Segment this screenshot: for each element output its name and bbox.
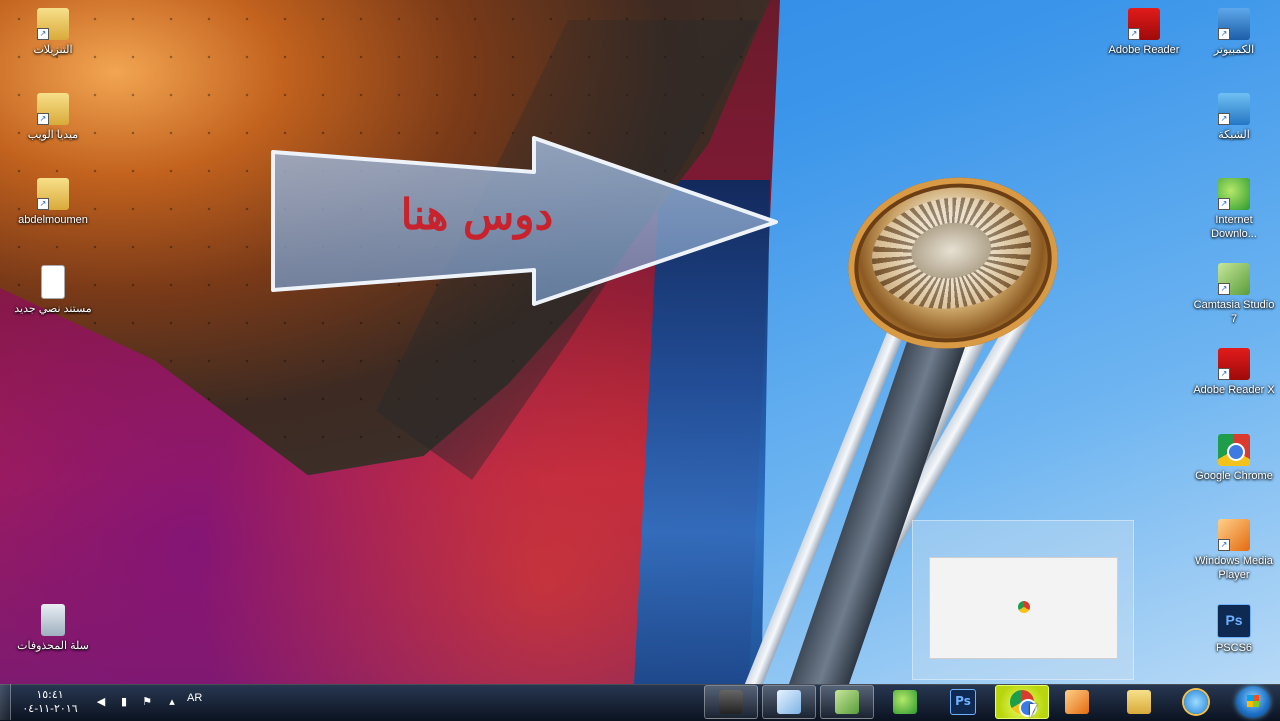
media-player-icon: ↗ (1218, 519, 1250, 551)
chrome-icon (1018, 601, 1030, 613)
pdf-icon: ↗ (1128, 8, 1160, 40)
desktop-icon-label: abdelmoumen (18, 214, 88, 226)
show-hidden-icons-chevron-icon[interactable]: ▴ (165, 696, 179, 708)
desktop-icon-adobe-reader[interactable]: ↗ Adobe Reader (1102, 8, 1186, 57)
desktop-icon-label: Adobe Reader X (1193, 384, 1275, 396)
desktop-icon-label: Google Chrome (1195, 470, 1273, 482)
desktop-icon-label: مستند نصي جديد (14, 303, 92, 315)
camtasia-icon (835, 690, 859, 714)
taskbar-camtasia-studio[interactable] (820, 685, 874, 719)
language-indicator[interactable]: AR (187, 692, 202, 704)
downloads-folder-icon: ↗ (37, 8, 69, 40)
desktop-icon-adobe-reader-x[interactable]: ↗ Adobe Reader X (1192, 348, 1276, 397)
desktop-icon-label: الكمبيوتر (1213, 44, 1255, 56)
folder-icon (1127, 690, 1151, 714)
desktop-icon-recycle-bin[interactable]: سلة المحذوفات (11, 604, 95, 653)
desktop-icon-label: Windows Media Player (1195, 555, 1273, 581)
desktop-icon-label: التنزيلات (33, 44, 73, 56)
desktop-icon-windows-media-player[interactable]: ↗ Windows Media Player (1192, 519, 1276, 582)
desktop-icon-photoshop[interactable]: Ps PSCS6 (1192, 604, 1276, 655)
taskbar-camtasia-recorder[interactable] (704, 685, 758, 719)
taskbar-text-document[interactable] (762, 685, 816, 719)
idm-icon: ↗ (1218, 178, 1250, 210)
desktop-icon-downloads[interactable]: ↗ التنزيلات (11, 8, 95, 57)
desktop-icon-label: ميديا الويب (27, 129, 79, 141)
desktop-icon-abdelmoumen[interactable]: ↗ abdelmoumen (11, 178, 95, 227)
desktop-icon-computer[interactable]: ↗ الكمبيوتر (1192, 8, 1276, 57)
text-document-icon (41, 265, 65, 299)
chrome-icon (1218, 434, 1250, 466)
chrome-window-thumbnail[interactable] (929, 557, 1118, 659)
taskbar-photoshop[interactable]: Ps (936, 685, 990, 719)
desktop-icon-new-text-document[interactable]: مستند نصي جديد (11, 265, 95, 316)
desktop-icon-label: سلة المحذوفات (17, 640, 89, 652)
idm-icon (893, 690, 917, 714)
pdf-icon: ↗ (1218, 348, 1250, 380)
taskbar-internet-download-manager[interactable] (878, 685, 932, 719)
desktop-icon-google-chrome[interactable]: Google Chrome (1192, 434, 1276, 483)
photoshop-icon: Ps (950, 689, 976, 715)
photoshop-icon: Ps (1217, 604, 1251, 638)
show-desktop-button[interactable] (0, 684, 11, 720)
desktop-icon-internet-download-manager[interactable]: ↗ Internet Downlo... (1192, 178, 1276, 241)
desktop-icon-label: PSCS6 (1215, 642, 1253, 654)
media-player-icon (1065, 690, 1089, 714)
desktop-icon-label: Camtasia Studio 7 (1193, 299, 1275, 325)
arrow-label: دوس هنا (400, 190, 554, 239)
taskbar-windows-explorer[interactable] (1112, 685, 1166, 719)
network-signal-icon[interactable]: ▮ (117, 696, 131, 708)
desktop-icon-web-media[interactable]: ↗ ميديا الويب (11, 93, 95, 142)
user-folder-icon: ↗ (37, 178, 69, 210)
desktop-icon-label: Internet Downlo... (1211, 214, 1257, 240)
desktop-icon-label: Adobe Reader (1108, 44, 1180, 56)
space-needle-top (837, 164, 1069, 362)
notepad-icon (777, 690, 801, 714)
recycle-bin-icon (41, 604, 65, 636)
desktop-icon-network[interactable]: ↗ الشبكة (1192, 93, 1276, 142)
volume-muted-icon[interactable]: ◀ (94, 696, 108, 708)
ie-icon (1184, 690, 1208, 714)
action-center-flag-icon[interactable]: ⚑ (140, 696, 154, 708)
taskbar-media-player[interactable] (1050, 685, 1104, 719)
camtasia-icon: ↗ (1218, 263, 1250, 295)
taskbar-google-chrome[interactable] (995, 685, 1049, 719)
computer-icon: ↗ (1218, 8, 1250, 40)
network-icon: ↗ (1218, 93, 1250, 125)
clock-time[interactable]: ١٥:٤١ (30, 688, 70, 701)
taskbar-internet-explorer[interactable] (1169, 685, 1223, 719)
start-button[interactable] (1236, 686, 1270, 718)
desktop-icon-label: الشبكة (1218, 129, 1250, 141)
folder-icon: ↗ (37, 93, 69, 125)
desktop-icon-camtasia[interactable]: ↗ Camtasia Studio 7 (1192, 263, 1276, 326)
recorder-icon (719, 690, 743, 714)
clock-date[interactable]: ٢٠١٦-١١-٠٤ (14, 702, 86, 715)
mouse-cursor (1030, 704, 1037, 718)
